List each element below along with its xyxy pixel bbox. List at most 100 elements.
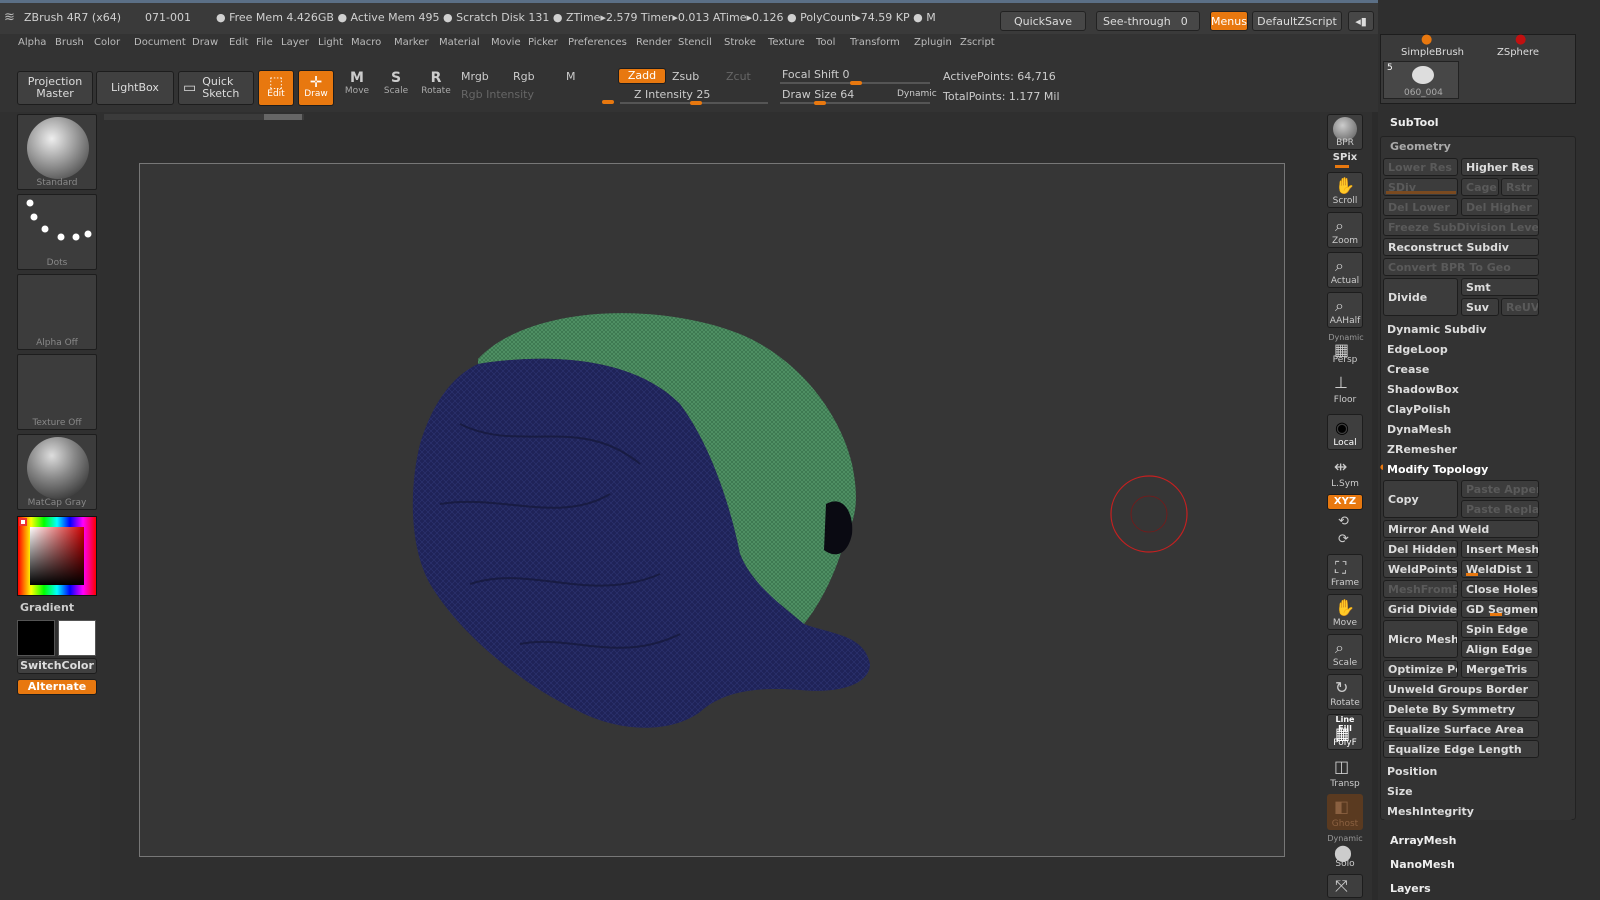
subtool-header[interactable]: SubTool [1390, 116, 1439, 129]
scroll-indicator[interactable] [104, 114, 304, 120]
menu-draw[interactable]: Draw [192, 34, 218, 52]
projection-master-button[interactable]: Projection Master [17, 71, 93, 105]
actual-button[interactable]: ⌕ Actual [1327, 252, 1363, 288]
modify-topology-section[interactable]: Modify Topology [1383, 460, 1573, 478]
sdiv-slider[interactable]: SDiv [1383, 178, 1458, 196]
menu-color[interactable]: Color [94, 34, 120, 52]
geometry-header[interactable]: Geometry [1390, 140, 1451, 153]
menu-alpha[interactable]: Alpha [18, 34, 46, 52]
menu-movie[interactable]: Movie [491, 34, 521, 52]
menu-stroke[interactable]: Stroke [724, 34, 756, 52]
document-canvas[interactable] [139, 163, 1285, 857]
meshfrombrush-button[interactable]: MeshFromBrush [1383, 580, 1458, 598]
subtool-thumb[interactable]: 5 060_004 [1383, 61, 1459, 99]
rotate-mode-button[interactable]: R Rotate [418, 70, 454, 106]
dynamesh-section[interactable]: DynaMesh [1383, 420, 1573, 438]
claypolish-section[interactable]: ClayPolish [1383, 400, 1573, 418]
weldpoints-button[interactable]: WeldPoints [1383, 560, 1458, 578]
menu-stencil[interactable]: Stencil [678, 34, 712, 52]
shadowbox-section[interactable]: ShadowBox [1383, 380, 1573, 398]
micro-mesh-button[interactable]: Micro Mesh [1383, 620, 1458, 658]
menu-file[interactable]: File [256, 34, 273, 52]
suv-toggle[interactable]: Suv [1461, 298, 1499, 316]
color-picker-square[interactable] [30, 527, 84, 585]
gd-segments-slider[interactable]: GD Segments [1461, 600, 1539, 618]
gradient-label[interactable]: Gradient [20, 601, 74, 614]
paste-replace-button[interactable]: Paste Replace [1461, 500, 1539, 518]
focal-shift-slider[interactable]: Focal Shift 0 [782, 68, 850, 81]
rstr-button[interactable]: Rstr [1501, 178, 1539, 196]
color-picker[interactable] [17, 516, 97, 596]
switchcolor-button[interactable]: SwitchColor [17, 658, 97, 674]
layers-header[interactable]: Layers [1390, 882, 1431, 895]
rotate-y-icon[interactable]: ⟲ [1338, 514, 1349, 529]
menu-zscript[interactable]: Zscript [960, 34, 995, 52]
floor-button[interactable]: ⊥ Floor [1327, 370, 1363, 406]
dynamic-toggle[interactable]: Dynamic [897, 89, 937, 99]
align-edge-button[interactable]: Align Edge [1461, 640, 1539, 658]
brush-thumbnail[interactable]: Standard [17, 114, 97, 190]
alpha-thumbnail[interactable]: Alpha Off [17, 274, 97, 350]
divide-button[interactable]: Divide [1383, 278, 1458, 316]
menu-macro[interactable]: Macro [351, 34, 381, 52]
size-section[interactable]: Size [1383, 782, 1573, 800]
delete-by-symmetry-button[interactable]: Delete By Symmetry [1383, 700, 1539, 718]
rotate-z-icon[interactable]: ⟳ [1338, 532, 1349, 547]
edgeloop-section[interactable]: EdgeLoop [1383, 340, 1573, 358]
nanomesh-header[interactable]: NanoMesh [1390, 858, 1455, 871]
copy-button[interactable]: Copy [1383, 480, 1458, 518]
menu-render[interactable]: Render [636, 34, 672, 52]
stroke-thumbnail[interactable]: Dots [17, 194, 97, 270]
move-view-button[interactable]: ✋ Move [1327, 594, 1363, 630]
bpr-button[interactable]: BPR [1327, 114, 1363, 150]
zcut-toggle[interactable]: Zcut [726, 70, 751, 83]
menu-tool[interactable]: Tool [816, 34, 835, 52]
smt-toggle[interactable]: Smt [1461, 278, 1539, 296]
reuv-button[interactable]: ReUV [1501, 298, 1539, 316]
menus-toggle[interactable]: Menus [1210, 11, 1248, 31]
zremesher-section[interactable]: ZRemesher [1383, 440, 1573, 458]
quick-sketch-button[interactable]: ▭ Quick Sketch [178, 71, 254, 105]
default-zscript-button[interactable]: DefaultZScript [1252, 11, 1342, 31]
close-holes-button[interactable]: Close Holes [1461, 580, 1539, 598]
mesh-model[interactable] [140, 164, 1286, 858]
mergetris-button[interactable]: MergeTris [1461, 660, 1539, 678]
cage-button[interactable]: Cage [1461, 178, 1499, 196]
draw-size-slider[interactable]: Draw Size 64 [782, 88, 854, 101]
zsphere-label[interactable]: ZSphere [1497, 47, 1539, 58]
scale-mode-button[interactable]: S Scale [378, 70, 414, 106]
insert-mesh-button[interactable]: Insert Mesh [1461, 540, 1539, 558]
secondary-color-swatch[interactable] [58, 620, 96, 656]
rgb-intensity-knob[interactable] [602, 100, 614, 104]
menu-document[interactable]: Document [134, 34, 186, 52]
lsym-button[interactable]: ⇹ L.Sym [1327, 454, 1363, 490]
m-toggle[interactable]: M [566, 70, 576, 83]
edit-mode-button[interactable]: ⬚ Edit [258, 70, 294, 106]
material-thumbnail[interactable]: MatCap Gray [17, 434, 97, 510]
polyf-button[interactable]: Line Fill ▦ PolyF [1327, 714, 1363, 750]
aahalf-button[interactable]: ⌕ AAHalf [1327, 292, 1363, 328]
del-hidden-button[interactable]: Del Hidden [1383, 540, 1458, 558]
grid-divide-button[interactable]: Grid Divide [1383, 600, 1458, 618]
arraymesh-header[interactable]: ArrayMesh [1390, 834, 1456, 847]
menu-texture[interactable]: Texture [768, 34, 805, 52]
rgb-toggle[interactable]: Rgb [513, 70, 535, 83]
equalize-surface-area-button[interactable]: Equalize Surface Area [1383, 720, 1539, 738]
welddist-slider[interactable]: WeldDist 1 [1461, 560, 1539, 578]
mrgb-toggle[interactable]: Mrgb [461, 70, 489, 83]
meshintegrity-section[interactable]: MeshIntegrity [1383, 802, 1573, 820]
unweld-groups-border-button[interactable]: Unweld Groups Border [1383, 680, 1539, 698]
menu-layer[interactable]: Layer [281, 34, 309, 52]
menu-material[interactable]: Material [439, 34, 480, 52]
z-intensity-slider[interactable]: Z Intensity 25 [634, 88, 710, 101]
zoom-button[interactable]: ⌕ Zoom [1327, 212, 1363, 248]
lower-res-button[interactable]: Lower Res [1383, 158, 1458, 176]
higher-res-button[interactable]: Higher Res [1461, 158, 1539, 176]
menu-transform[interactable]: Transform [850, 34, 900, 52]
mirror-and-weld-button[interactable]: Mirror And Weld [1383, 520, 1539, 538]
menu-light[interactable]: Light [318, 34, 343, 52]
xpose-button[interactable]: ⤧ [1327, 874, 1363, 898]
del-higher-button[interactable]: Del Higher [1461, 198, 1539, 216]
transp-button[interactable]: ◫ Transp [1327, 754, 1363, 790]
reconstruct-subdiv-button[interactable]: Reconstruct Subdiv [1383, 238, 1539, 256]
